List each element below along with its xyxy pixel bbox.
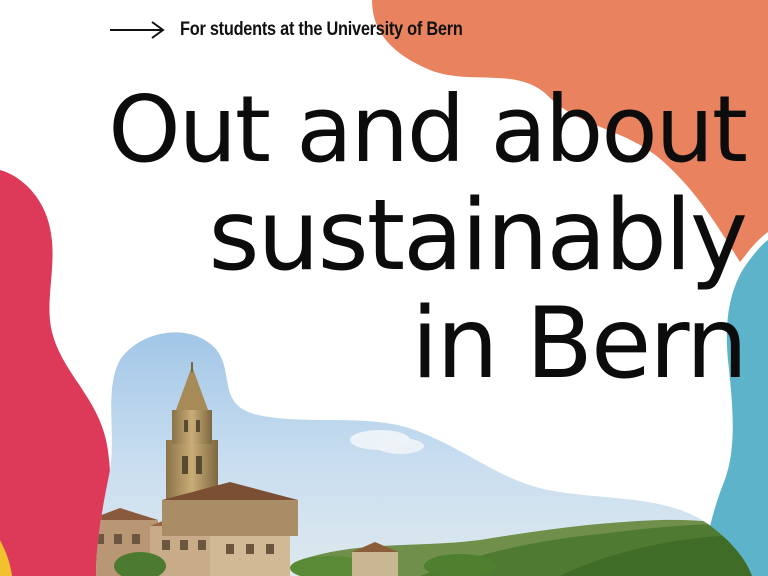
red-blob-shape — [0, 170, 118, 576]
arrow-right-icon — [110, 21, 165, 39]
title-line-1: Out and about — [108, 76, 748, 183]
audience-line: For students at the University of Bern — [110, 16, 509, 44]
audience-subtitle: For students at the University of Bern — [180, 19, 463, 40]
title-line-2: sustainably — [208, 179, 748, 293]
title-line-3: in Bern — [411, 287, 748, 401]
brochure-cover: For students at the University of Bern O… — [0, 0, 768, 576]
page-title: Out and about sustainably in Bern — [108, 76, 748, 401]
